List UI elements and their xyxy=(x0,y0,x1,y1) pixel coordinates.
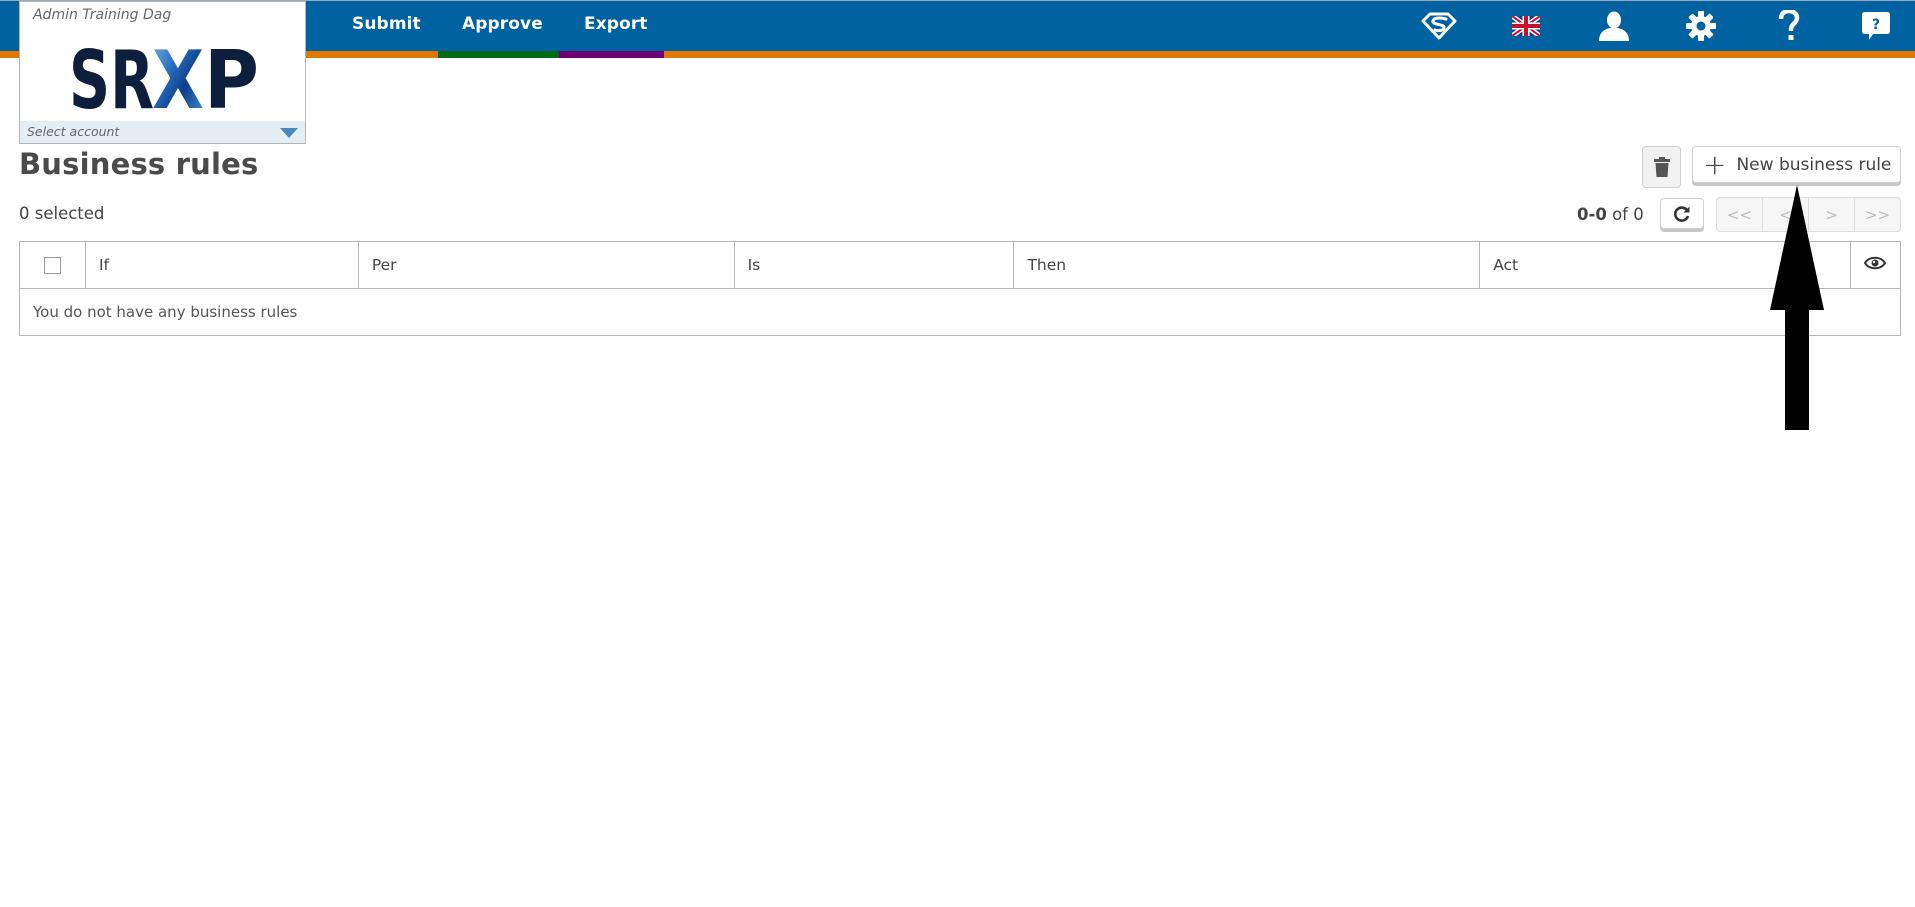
selected-count: 0 selected xyxy=(19,204,105,223)
account-panel: Admin Training Dag SR X P Select account xyxy=(19,1,306,144)
pagination-of: of xyxy=(1612,205,1628,224)
column-header-per[interactable]: Per xyxy=(357,241,735,289)
plus-icon: + xyxy=(1703,147,1727,181)
pagination-info: 0-0 of 0 xyxy=(1577,205,1644,224)
svg-text:SR: SR xyxy=(69,46,154,112)
column-header-then[interactable]: Then xyxy=(1013,241,1481,289)
column-header-if[interactable]: If xyxy=(84,241,359,289)
chevron-down-icon xyxy=(280,128,298,138)
first-page-button[interactable]: << xyxy=(1717,198,1763,231)
user-icon[interactable] xyxy=(1596,10,1632,42)
pagination-range: 0-0 xyxy=(1577,205,1607,224)
nav-approve[interactable]: Approve xyxy=(462,14,543,34)
new-business-rule-button[interactable]: + New business rule xyxy=(1692,146,1901,183)
delete-button[interactable] xyxy=(1642,146,1681,188)
empty-state-message: You do not have any business rules xyxy=(19,288,1901,336)
column-header-is[interactable]: Is xyxy=(733,241,1015,289)
trash-icon xyxy=(1653,157,1670,177)
new-business-rule-label: New business rule xyxy=(1736,154,1892,175)
page-title: Business rules xyxy=(19,147,259,181)
last-page-button[interactable]: >> xyxy=(1855,198,1900,231)
help-icon[interactable] xyxy=(1771,10,1807,42)
eye-icon xyxy=(1864,256,1887,270)
svg-text:X: X xyxy=(152,46,204,112)
superman-icon[interactable] xyxy=(1421,10,1457,42)
feedback-icon[interactable]: ? xyxy=(1858,10,1894,42)
empty-state-row: You do not have any business rules xyxy=(19,288,1901,336)
gear-icon[interactable] xyxy=(1683,10,1719,42)
nav-export[interactable]: Export xyxy=(584,14,648,34)
account-name: Admin Training Dag xyxy=(33,7,172,23)
submit-indicator xyxy=(306,51,438,58)
select-all-checkbox[interactable] xyxy=(43,257,61,274)
refresh-button[interactable] xyxy=(1660,198,1704,229)
table-header-row: If Per Is Then Act xyxy=(19,241,1902,289)
annotation-arrow-icon xyxy=(1770,185,1824,430)
business-rules-table: If Per Is Then Act You do not have any b… xyxy=(19,241,1902,336)
srxp-logo: SR X P xyxy=(69,46,259,112)
export-indicator xyxy=(559,51,664,58)
account-select[interactable]: Select account xyxy=(20,121,305,143)
account-select-placeholder: Select account xyxy=(27,124,120,139)
nav-submit[interactable]: Submit xyxy=(352,14,421,34)
uk-flag-icon[interactable] xyxy=(1508,10,1544,42)
select-all-cell xyxy=(19,241,86,289)
column-visibility-cell[interactable] xyxy=(1849,241,1902,289)
svg-text:?: ? xyxy=(1872,17,1880,33)
svg-text:P: P xyxy=(204,46,259,112)
refresh-icon xyxy=(1674,205,1690,222)
approve-indicator xyxy=(438,51,559,58)
pagination-total: 0 xyxy=(1633,205,1644,224)
